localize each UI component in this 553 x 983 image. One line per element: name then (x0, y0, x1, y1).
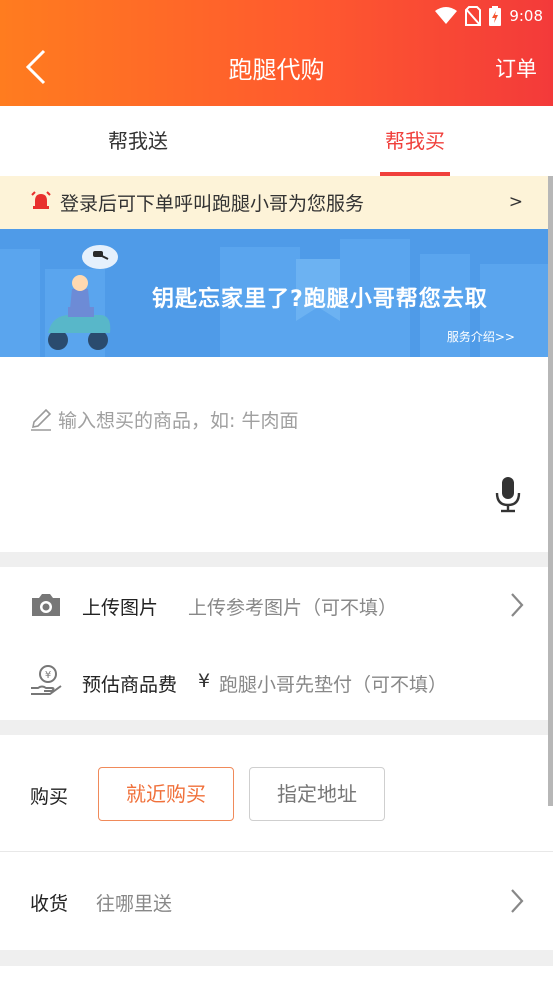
buy-label: 购买 (30, 786, 69, 808)
tab-help-buy[interactable]: 帮我买 (315, 106, 515, 176)
battery-charging-icon (489, 6, 502, 26)
service-intro-link[interactable]: 服务介绍>> (447, 328, 515, 345)
microphone-icon[interactable] (494, 475, 522, 513)
camera-icon (32, 594, 60, 616)
tab-bar: 帮我送 帮我买 (0, 106, 553, 176)
upload-image-row[interactable]: 上传图片 上传参考图片（可不填） (0, 567, 553, 643)
chevron-right-icon[interactable] (509, 887, 525, 915)
banner-slogan: 钥匙忘家里了?跑腿小哥帮您去取 (152, 287, 488, 312)
svg-text:¥: ¥ (45, 670, 51, 681)
goods-input-area[interactable]: 输入想买的商品，如: 牛肉面 (0, 357, 553, 552)
estimate-cost-row[interactable]: ¥ 预估商品费 ¥ 跑腿小哥先垫付（可不填） (0, 644, 553, 720)
chevron-right-icon (511, 593, 524, 617)
promo-banner[interactable]: 钥匙忘家里了?跑腿小哥帮您去取 服务介绍>> (0, 229, 553, 357)
pencil-icon (31, 408, 52, 431)
money-hand-icon: ¥ (31, 665, 62, 695)
buy-nearby-button[interactable]: 就近购买 (98, 767, 234, 821)
buy-receive-card: 购买 就近购买 指定地址 收货 往哪里送 (0, 735, 553, 950)
receive-label: 收货 (30, 893, 69, 915)
status-time: 9:08 (509, 7, 543, 25)
divider (0, 851, 553, 852)
currency-symbol: ¥ (198, 670, 211, 692)
notice-text: 登录后可下单呼叫跑腿小哥为您服务 (60, 193, 365, 215)
tab-help-send[interactable]: 帮我送 (38, 106, 238, 176)
estimate-cost-label: 预估商品费 (82, 674, 178, 696)
page-title: 跑腿代购 (228, 56, 325, 84)
next-section-edge (0, 966, 553, 983)
scrollbar[interactable] (548, 176, 553, 806)
upload-image-hint: 上传参考图片（可不填） (188, 597, 398, 619)
upload-estimate-card: 上传图片 上传参考图片（可不填） ¥ 预估商品费 ¥ 跑腿小哥先垫付（可不填） (0, 567, 553, 720)
receive-address-hint[interactable]: 往哪里送 (96, 889, 172, 916)
wifi-icon (435, 7, 458, 24)
no-sim-icon (465, 6, 482, 26)
app-header: 9:08 跑腿代购 订单 (0, 0, 553, 106)
login-notice[interactable]: 登录后可下单呼叫跑腿小哥为您服务 > (0, 176, 553, 229)
notice-arrow: > (508, 192, 523, 212)
upload-image-label: 上传图片 (82, 597, 159, 619)
goods-input-placeholder[interactable]: 输入想买的商品，如: 牛肉面 (58, 406, 298, 433)
status-bar: 9:08 (435, 0, 543, 32)
specify-address-button[interactable]: 指定地址 (249, 767, 385, 821)
alarm-bell-icon (31, 191, 51, 209)
estimate-cost-hint[interactable]: 跑腿小哥先垫付（可不填） (219, 670, 447, 697)
orders-button[interactable]: 订单 (495, 53, 537, 83)
